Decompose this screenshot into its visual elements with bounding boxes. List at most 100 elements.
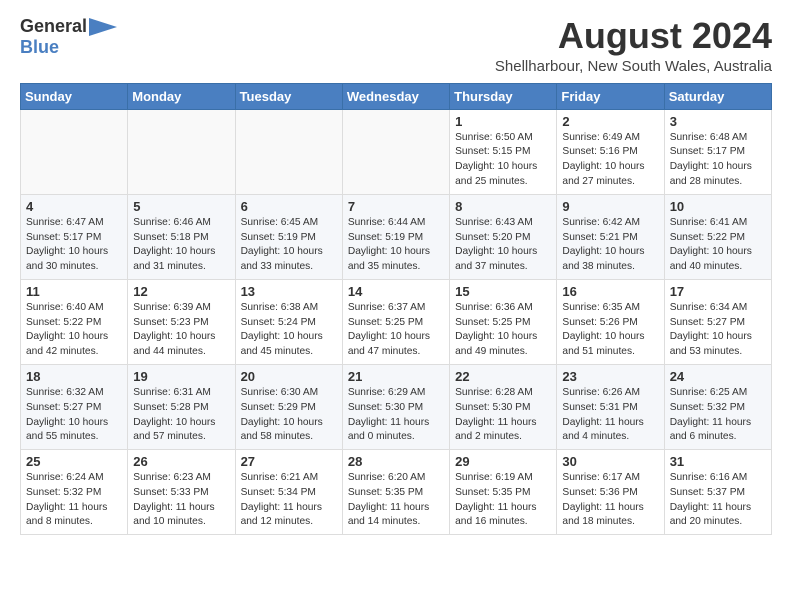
day-detail: Sunrise: 6:32 AMSunset: 5:27 PMDaylight:… — [26, 386, 122, 445]
day-detail: Sunrise: 6:25 AMSunset: 5:32 PMDaylight:… — [670, 386, 766, 445]
day-detail: Sunrise: 6:28 AMSunset: 5:30 PMDaylight:… — [455, 386, 551, 445]
calendar-cell: 6 Sunrise: 6:45 AMSunset: 5:19 PMDaylight… — [235, 194, 342, 279]
day-number: 15 — [455, 284, 551, 299]
calendar-cell: 27 Sunrise: 6:21 AMSunset: 5:34 PMDayligh… — [235, 450, 342, 535]
day-detail: Sunrise: 6:43 AMSunset: 5:20 PMDaylight:… — [455, 216, 551, 275]
weekday-header-monday: Monday — [128, 83, 235, 109]
title-area: August 2024 Shellharbour, New South Wale… — [495, 16, 772, 75]
calendar-cell: 22 Sunrise: 6:28 AMSunset: 5:30 PMDayligh… — [450, 364, 557, 449]
calendar-cell: 8Sunrise: 6:43 AMSunset: 5:20 PMDaylight… — [450, 194, 557, 279]
calendar-cell: 4Sunrise: 6:47 AMSunset: 5:17 PMDaylight… — [21, 194, 128, 279]
day-detail: Sunrise: 6:17 AMSunset: 5:36 PMDaylight:… — [562, 471, 658, 530]
day-number: 30 — [562, 454, 658, 469]
week-row-4: 18 Sunrise: 6:32 AMSunset: 5:27 PMDayligh… — [21, 364, 772, 449]
calendar-cell: 31 Sunrise: 6:16 AMSunset: 5:37 PMDayligh… — [664, 450, 771, 535]
day-detail: Sunrise: 6:21 AMSunset: 5:34 PMDaylight:… — [241, 471, 337, 530]
day-detail: Sunrise: 6:23 AMSunset: 5:33 PMDaylight:… — [133, 471, 229, 530]
day-detail: Sunrise: 6:29 AMSunset: 5:30 PMDaylight:… — [348, 386, 444, 445]
day-number: 28 — [348, 454, 444, 469]
day-number: 1 — [455, 114, 551, 129]
calendar-cell: 19 Sunrise: 6:31 AMSunset: 5:28 PMDayligh… — [128, 364, 235, 449]
day-detail: Sunrise: 6:31 AMSunset: 5:28 PMDaylight:… — [133, 386, 229, 445]
day-number: 17 — [670, 284, 766, 299]
calendar-cell: 10Sunrise: 6:41 AMSunset: 5:22 PMDayligh… — [664, 194, 771, 279]
calendar-cell: 12 Sunrise: 6:39 AMSunset: 5:23 PMDayligh… — [128, 279, 235, 364]
week-row-3: 11Sunrise: 6:40 AMSunset: 5:22 PMDayligh… — [21, 279, 772, 364]
week-row-5: 25 Sunrise: 6:24 AMSunset: 5:32 PMDayligh… — [21, 450, 772, 535]
logo-general-text: General — [20, 16, 87, 37]
weekday-header-thursday: Thursday — [450, 83, 557, 109]
day-number: 24 — [670, 369, 766, 384]
day-number: 29 — [455, 454, 551, 469]
weekday-header-tuesday: Tuesday — [235, 83, 342, 109]
day-detail: Sunrise: 6:36 AMSunset: 5:25 PMDaylight:… — [455, 301, 551, 360]
calendar-cell: 9 Sunrise: 6:42 AMSunset: 5:21 PMDaylight… — [557, 194, 664, 279]
logo-blue-text: Blue — [20, 37, 59, 58]
day-number: 31 — [670, 454, 766, 469]
day-detail: Sunrise: 6:42 AMSunset: 5:21 PMDaylight:… — [562, 216, 658, 275]
day-number: 7 — [348, 199, 444, 214]
day-number: 18 — [26, 369, 122, 384]
weekday-header-friday: Friday — [557, 83, 664, 109]
day-number: 3 — [670, 114, 766, 129]
day-detail: Sunrise: 6:24 AMSunset: 5:32 PMDaylight:… — [26, 471, 122, 530]
weekday-header-saturday: Saturday — [664, 83, 771, 109]
calendar-cell: 11Sunrise: 6:40 AMSunset: 5:22 PMDayligh… — [21, 279, 128, 364]
day-number: 11 — [26, 284, 122, 299]
calendar-cell — [235, 109, 342, 194]
calendar-cell — [21, 109, 128, 194]
calendar-cell: 25 Sunrise: 6:24 AMSunset: 5:32 PMDayligh… — [21, 450, 128, 535]
day-number: 13 — [241, 284, 337, 299]
calendar-cell: 1Sunrise: 6:50 AMSunset: 5:15 PMDaylight… — [450, 109, 557, 194]
weekday-header-row: SundayMondayTuesdayWednesdayThursdayFrid… — [21, 83, 772, 109]
day-number: 19 — [133, 369, 229, 384]
day-detail: Sunrise: 6:38 AMSunset: 5:24 PMDaylight:… — [241, 301, 337, 360]
day-number: 25 — [26, 454, 122, 469]
day-number: 5 — [133, 199, 229, 214]
month-year: August 2024 — [495, 16, 772, 56]
day-detail: Sunrise: 6:19 AMSunset: 5:35 PMDaylight:… — [455, 471, 551, 530]
calendar-cell: 20Sunrise: 6:30 AMSunset: 5:29 PMDayligh… — [235, 364, 342, 449]
calendar-cell: 18 Sunrise: 6:32 AMSunset: 5:27 PMDayligh… — [21, 364, 128, 449]
calendar-cell: 30 Sunrise: 6:17 AMSunset: 5:36 PMDayligh… — [557, 450, 664, 535]
location: Shellharbour, New South Wales, Australia — [495, 58, 772, 75]
calendar-cell: 5Sunrise: 6:46 AMSunset: 5:18 PMDaylight… — [128, 194, 235, 279]
day-number: 23 — [562, 369, 658, 384]
day-number: 4 — [26, 199, 122, 214]
day-detail: Sunrise: 6:26 AMSunset: 5:31 PMDaylight:… — [562, 386, 658, 445]
day-detail: Sunrise: 6:41 AMSunset: 5:22 PMDaylight:… — [670, 216, 766, 275]
day-detail: Sunrise: 6:39 AMSunset: 5:23 PMDaylight:… — [133, 301, 229, 360]
weekday-header-wednesday: Wednesday — [342, 83, 449, 109]
calendar-cell: 13 Sunrise: 6:38 AMSunset: 5:24 PMDayligh… — [235, 279, 342, 364]
day-number: 2 — [562, 114, 658, 129]
day-detail: Sunrise: 6:20 AMSunset: 5:35 PMDaylight:… — [348, 471, 444, 530]
logo: General Blue — [20, 16, 117, 58]
day-detail: Sunrise: 6:16 AMSunset: 5:37 PMDaylight:… — [670, 471, 766, 530]
logo-flag-icon — [89, 18, 117, 36]
day-detail: Sunrise: 6:45 AMSunset: 5:19 PMDaylight:… — [241, 216, 337, 275]
day-detail: Sunrise: 6:49 AMSunset: 5:16 PMDaylight:… — [562, 131, 658, 190]
calendar-cell: 3 Sunrise: 6:48 AMSunset: 5:17 PMDaylight… — [664, 109, 771, 194]
day-number: 12 — [133, 284, 229, 299]
calendar-cell — [342, 109, 449, 194]
day-number: 6 — [241, 199, 337, 214]
day-detail: Sunrise: 6:44 AMSunset: 5:19 PMDaylight:… — [348, 216, 444, 275]
day-detail: Sunrise: 6:37 AMSunset: 5:25 PMDaylight:… — [348, 301, 444, 360]
day-detail: Sunrise: 6:34 AMSunset: 5:27 PMDaylight:… — [670, 301, 766, 360]
calendar-cell: 14Sunrise: 6:37 AMSunset: 5:25 PMDayligh… — [342, 279, 449, 364]
calendar-cell: 23 Sunrise: 6:26 AMSunset: 5:31 PMDayligh… — [557, 364, 664, 449]
day-number: 21 — [348, 369, 444, 384]
weekday-header-sunday: Sunday — [21, 83, 128, 109]
calendar-cell: 15 Sunrise: 6:36 AMSunset: 5:25 PMDayligh… — [450, 279, 557, 364]
week-row-2: 4Sunrise: 6:47 AMSunset: 5:17 PMDaylight… — [21, 194, 772, 279]
calendar-cell: 7 Sunrise: 6:44 AMSunset: 5:19 PMDaylight… — [342, 194, 449, 279]
day-number: 9 — [562, 199, 658, 214]
calendar-cell: 2 Sunrise: 6:49 AMSunset: 5:16 PMDaylight… — [557, 109, 664, 194]
day-number: 22 — [455, 369, 551, 384]
day-number: 27 — [241, 454, 337, 469]
day-number: 26 — [133, 454, 229, 469]
day-detail: Sunrise: 6:48 AMSunset: 5:17 PMDaylight:… — [670, 131, 766, 190]
day-detail: Sunrise: 6:35 AMSunset: 5:26 PMDaylight:… — [562, 301, 658, 360]
calendar-cell: 17 Sunrise: 6:34 AMSunset: 5:27 PMDayligh… — [664, 279, 771, 364]
calendar-cell: 21 Sunrise: 6:29 AMSunset: 5:30 PMDayligh… — [342, 364, 449, 449]
